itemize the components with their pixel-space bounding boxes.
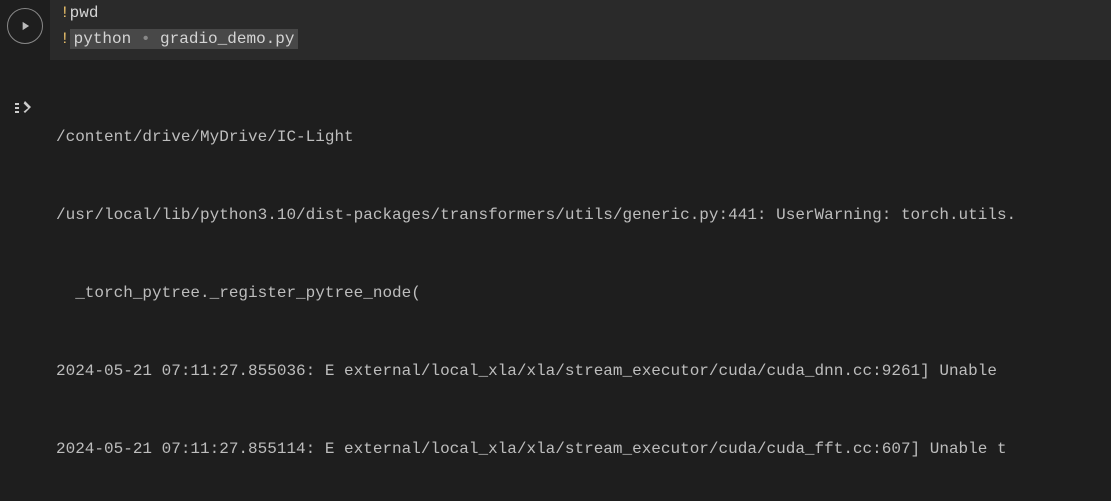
output-toggle-button[interactable] (11, 94, 39, 122)
output-text-line: _torch_pytree._register_pytree_node( (56, 280, 1105, 306)
output-text-line: 2024-05-21 07:11:27.855114: E external/l… (56, 436, 1105, 462)
output-text-line: /content/drive/MyDrive/IC-Light (56, 124, 1105, 150)
magic-prefix: ! (60, 30, 70, 48)
code-input-area[interactable]: !pwd !python • gradio_demo.py (50, 0, 1111, 62)
highlighted-command: python • gradio_demo.py (70, 29, 299, 49)
run-cell-button[interactable] (7, 8, 43, 44)
output-area: /content/drive/MyDrive/IC-Light /usr/loc… (50, 62, 1111, 501)
output-text-line: /usr/local/lib/python3.10/dist-packages/… (56, 202, 1105, 228)
code-line-1: !pwd (60, 0, 1101, 26)
output-text-line: 2024-05-21 07:11:27.855036: E external/l… (56, 358, 1105, 384)
cell-main: !pwd !python • gradio_demo.py /content/d… (50, 0, 1111, 501)
output-collapse-icon (13, 96, 37, 120)
magic-prefix: ! (60, 4, 70, 22)
command-text: pwd (70, 4, 99, 22)
code-line-2: !python • gradio_demo.py (60, 26, 1101, 52)
cell-gutter (0, 0, 50, 501)
play-icon (18, 19, 32, 33)
